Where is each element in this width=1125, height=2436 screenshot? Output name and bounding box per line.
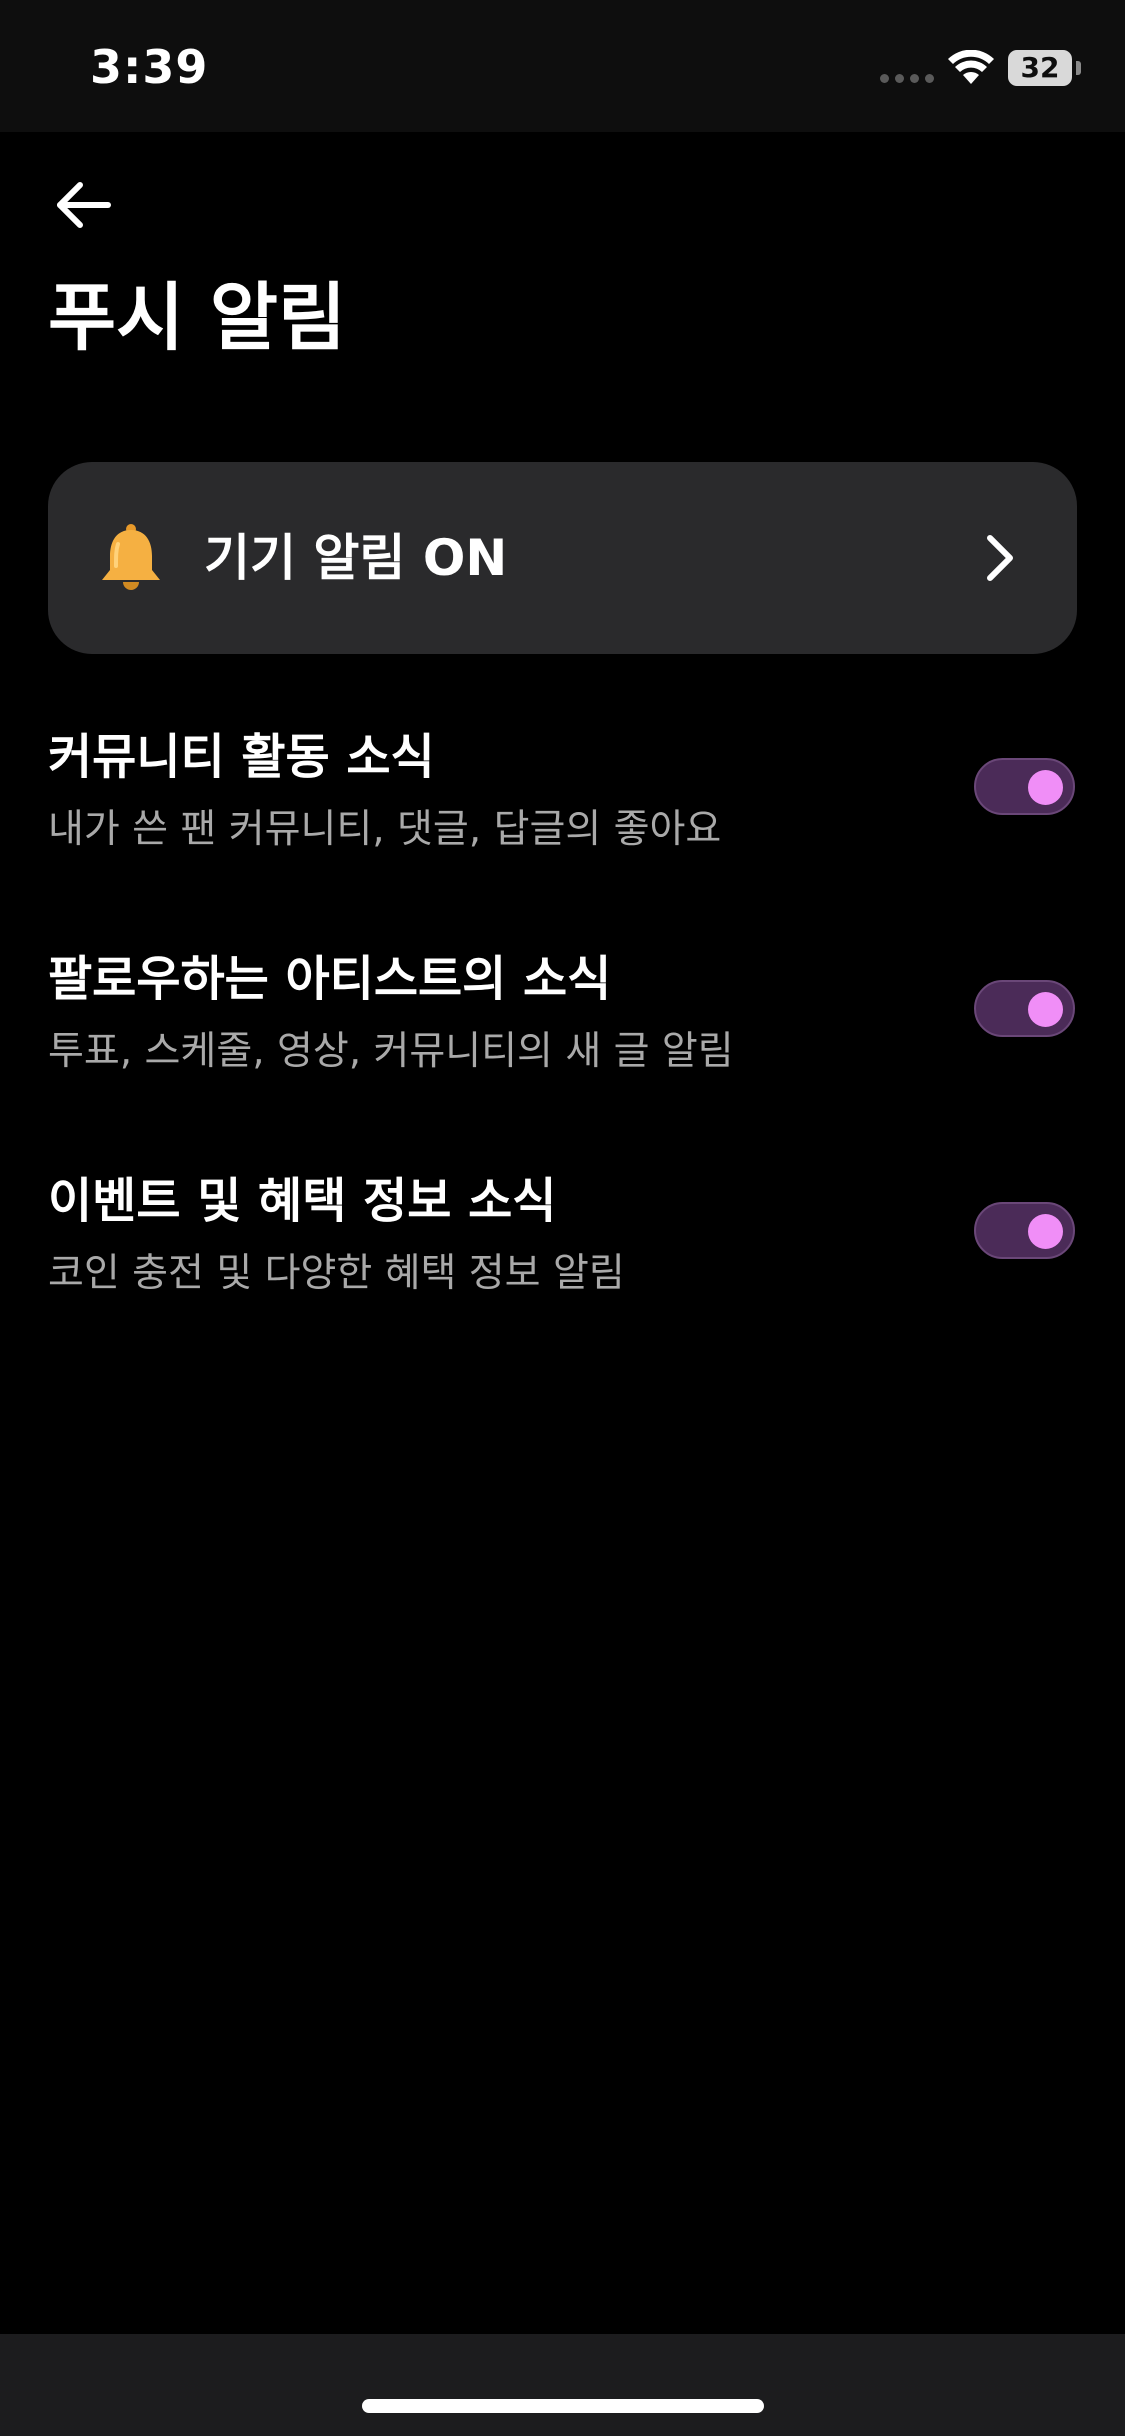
home-indicator[interactable] (362, 2399, 764, 2413)
battery-icon: 32 (1008, 50, 1072, 86)
wifi-icon (948, 50, 994, 84)
device-alert-label: 기기 알림 ON (204, 529, 508, 587)
setting-description: 코인 충전 및 다양한 혜택 정보 알림 (48, 1251, 625, 1296)
community-toggle[interactable] (974, 758, 1075, 815)
setting-description: 투표, 스케줄, 영상, 커뮤니티의 새 글 알림 (48, 1029, 734, 1074)
event-toggle[interactable] (974, 1202, 1075, 1259)
device-alert-card[interactable]: 기기 알림 ON (48, 462, 1077, 654)
setting-title: 커뮤니티 활동 소식 (48, 729, 435, 785)
status-bar: 3:39 32 (0, 0, 1125, 132)
setting-row-community: 커뮤니티 활동 소식 내가 쓴 팬 커뮤니티, 댓글, 답글의 좋아요 (48, 724, 1077, 874)
battery-cap (1076, 61, 1081, 75)
artist-toggle[interactable] (974, 980, 1075, 1037)
setting-row-artist: 팔로우하는 아티스트의 소식 투표, 스케줄, 영상, 커뮤니티의 새 글 알림 (48, 946, 1077, 1096)
setting-title: 팔로우하는 아티스트의 소식 (48, 951, 612, 1007)
setting-description: 내가 쓴 팬 커뮤니티, 댓글, 답글의 좋아요 (48, 807, 722, 852)
toggle-knob (1028, 770, 1063, 805)
back-button[interactable] (46, 168, 120, 242)
setting-title: 이벤트 및 혜택 정보 소식 (48, 1173, 557, 1229)
bottom-bar (0, 2334, 1125, 2436)
arrow-left-icon (57, 182, 111, 228)
setting-row-event: 이벤트 및 혜택 정보 소식 코인 충전 및 다양한 혜택 정보 알림 (48, 1168, 1077, 1318)
chevron-right-icon (987, 535, 1013, 581)
toggle-knob (1028, 1214, 1063, 1249)
bell-icon (102, 524, 160, 590)
page-title: 푸시 알림 (48, 275, 347, 361)
signal-dots-icon (880, 74, 936, 84)
status-time: 3:39 (90, 40, 209, 94)
toggle-knob (1028, 992, 1063, 1027)
